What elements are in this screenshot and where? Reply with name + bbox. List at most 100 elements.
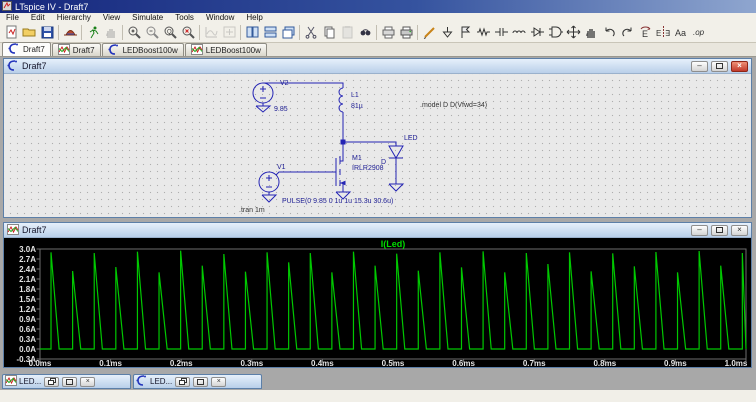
svg-text:E: E [642,29,648,39]
run-icon[interactable] [84,24,102,41]
minimized-window-0[interactable]: LED... × [2,374,131,389]
waveform-window: Draft7 – × I(Led) 3.0A 2.7A 2.4A 2.1A 1.8A 1.… [3,222,752,368]
menu-view[interactable]: View [97,13,126,22]
m1-model-label[interactable]: IRLR2908 [352,165,384,172]
text-icon[interactable]: Aa [672,24,690,41]
zoom-fit-icon[interactable]: Q [161,24,179,41]
label-net-icon[interactable] [456,24,474,41]
led-name-label[interactable]: D [381,159,386,166]
mirror-icon[interactable]: E ∃ [654,24,672,41]
print-setup-icon[interactable] [379,24,397,41]
v2-value-label[interactable]: 9.85 [274,106,288,113]
diode-icon[interactable] [528,24,546,41]
y-axis-tick: 2.4A [19,264,36,274]
move-icon[interactable] [564,24,582,41]
menu-hierarchy[interactable]: Hierarchy [51,13,97,22]
tab-draft7-waveform[interactable]: Draft7 [51,43,101,56]
waveform-window-titlebar[interactable]: Draft7 – × [4,223,751,238]
new-schematic-icon[interactable] [2,24,20,41]
y-axis-tick: 1.8A [19,284,36,294]
menu-edit[interactable]: Edit [25,13,51,22]
minimize-button[interactable]: – [691,224,708,236]
l1-inductor-symbol[interactable] [338,87,344,113]
ground-symbol [255,103,272,113]
plot-pane[interactable]: I(Led) 3.0A 2.7A 2.4A 2.1A 1.8A 1.5A 1.2A 0.9A 0… [4,238,751,367]
schematic-canvas[interactable]: V2 9.85 L1 81µ M1 IRLR2908 LED D V1 PULS… [4,74,751,217]
tab-ledboost100w-waveform[interactable]: LEDBoost100w [184,43,267,56]
control-panel-icon[interactable] [61,24,79,41]
led-current-trace[interactable] [40,250,747,350]
l1-value-label[interactable]: 81µ [351,103,363,110]
menu-file[interactable]: File [0,13,25,22]
toolbar-separator [58,24,59,40]
window-title: LTspice IV - Draft7 [15,1,89,12]
tran-directive-text[interactable]: .tran 1m [239,207,265,214]
l1-name-label[interactable]: L1 [351,92,359,99]
capacitor-icon[interactable] [492,24,510,41]
wire-icon[interactable] [420,24,438,41]
led-diode-symbol[interactable] [388,145,404,184]
inductor-icon[interactable] [510,24,528,41]
tile-horizontal-icon[interactable] [261,24,279,41]
maximize-button[interactable] [193,376,209,387]
close-button[interactable]: × [731,224,748,236]
schematic-window-titlebar[interactable]: Draft7 – × [4,59,751,74]
led-model-label[interactable]: LED [404,135,418,142]
menu-window[interactable]: Window [200,13,240,22]
rotate-icon[interactable]: E [636,24,654,41]
open-icon[interactable] [20,24,38,41]
ground-icon[interactable] [438,24,456,41]
redo-icon[interactable] [618,24,636,41]
paste-icon[interactable] [338,24,356,41]
tab-label: Draft7 [72,45,95,55]
menu-simulate[interactable]: Simulate [126,13,169,22]
close-button[interactable]: × [731,60,748,72]
pan-icon[interactable] [220,24,238,41]
copy-icon[interactable] [320,24,338,41]
restore-button[interactable] [175,376,191,387]
model-directive-text[interactable]: .model D D(Vfwd=34) [420,102,487,109]
zoom-in-icon[interactable] [125,24,143,41]
y-axis-tick: 0.0A [19,344,36,354]
close-button[interactable]: × [80,376,96,387]
tab-ledboost100w-schematic[interactable]: LEDBoost100w [101,43,184,56]
autorange-icon[interactable] [202,24,220,41]
maximize-button[interactable] [711,224,728,236]
v2-name-label[interactable]: V2 [280,80,289,87]
component-icon[interactable] [546,24,564,41]
spice-directive-icon[interactable]: .op [690,24,708,41]
titlebar: LTspice IV - Draft7 [0,0,756,13]
close-button[interactable]: × [211,376,227,387]
y-axis-tick: 0.9A [19,314,36,324]
zoom-extents-icon[interactable] [179,24,197,41]
drag-icon[interactable] [582,24,600,41]
x-axis-tick: 0.7ms [522,359,546,367]
resistor-icon[interactable] [474,24,492,41]
undo-icon[interactable] [600,24,618,41]
cascade-icon[interactable] [279,24,297,41]
save-icon[interactable] [38,24,56,41]
restore-button[interactable] [44,376,60,387]
v1-name-label[interactable]: V1 [277,164,286,171]
m1-name-label[interactable]: M1 [352,155,362,162]
x-axis-tick: 0.9ms [664,359,687,367]
menu-tools[interactable]: Tools [169,13,200,22]
x-axis-tick: 0.3ms [240,359,264,367]
y-axis-tick: 0.6A [19,324,36,334]
find-icon[interactable] [356,24,374,41]
halt-icon[interactable] [102,24,120,41]
print-icon[interactable] [397,24,415,41]
maximize-button[interactable] [711,60,728,72]
v1-value-label[interactable]: PULSE(0 9.85 0 1u 1u 15.3u 30.6u) [282,198,393,205]
svg-text:∃: ∃ [665,29,670,38]
minimized-window-1[interactable]: LED... × [133,374,262,389]
zoom-back-icon[interactable] [143,24,161,41]
tile-vertical-icon[interactable] [243,24,261,41]
trace-label[interactable]: I(Led) [40,239,746,249]
menu-help[interactable]: Help [240,13,268,22]
toolbar-separator [81,24,82,40]
tab-draft7-schematic[interactable]: Draft7 [2,42,51,56]
minimize-button[interactable]: – [691,60,708,72]
cut-icon[interactable] [302,24,320,41]
maximize-button[interactable] [62,376,78,387]
